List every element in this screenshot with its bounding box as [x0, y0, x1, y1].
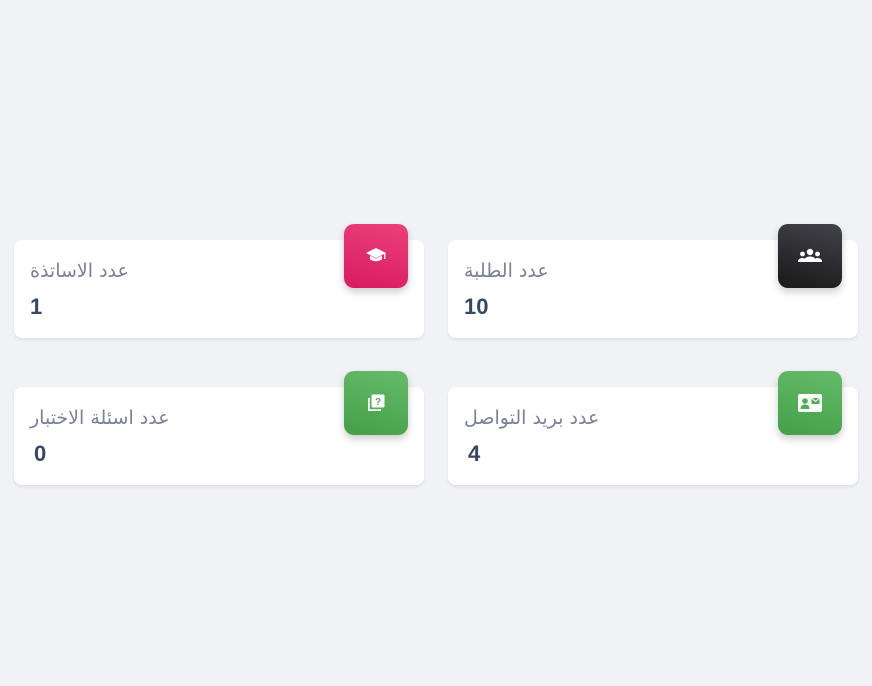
quiz-icon-box: ?: [344, 371, 408, 435]
question-book-icon: ?: [366, 393, 386, 413]
students-count-card: عدد الطلبة 10: [448, 224, 858, 338]
quiz-questions-count-value: 0: [34, 441, 47, 466]
graduation-cap-icon: [365, 247, 387, 265]
teachers-icon-box: [344, 224, 408, 288]
teachers-count-value: 1: [30, 294, 43, 319]
contact-icon-box: [778, 371, 842, 435]
contact-mail-count-value: 4: [468, 441, 481, 466]
svg-text:?: ?: [375, 397, 381, 408]
students-icon-box: [778, 224, 842, 288]
contact-mail-count-card: عدد بريد التواصل 4: [448, 371, 858, 485]
quiz-questions-count-label: عدد اسئلة الاختبار: [30, 407, 170, 429]
contact-mail-count-label: عدد بريد التواصل: [464, 407, 600, 429]
quiz-questions-count-card: ? عدد اسئلة الاختبار 0: [14, 371, 424, 485]
teachers-count-label: عدد الاساتذة: [30, 260, 129, 282]
students-count-label: عدد الطلبة: [464, 260, 549, 282]
teachers-count-card: عدد الاساتذة 1: [14, 224, 424, 338]
users-icon: [797, 248, 823, 264]
students-count-value: 10: [464, 294, 489, 319]
contact-card-icon: [797, 393, 823, 413]
